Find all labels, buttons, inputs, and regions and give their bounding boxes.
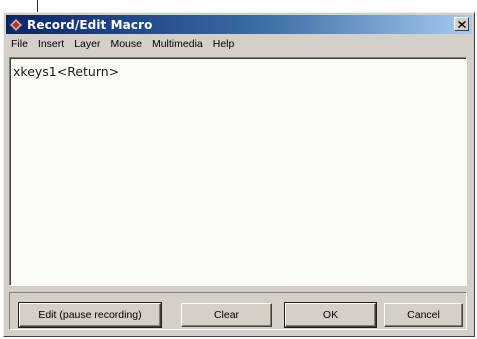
menu-layer[interactable]: Layer	[69, 35, 105, 54]
screenshot-stage: Record/Edit Macro File Insert Layer Mous…	[0, 0, 477, 339]
menu-multimedia[interactable]: Multimedia	[147, 35, 208, 54]
window-title: Record/Edit Macro	[27, 17, 153, 32]
title-bar[interactable]: Record/Edit Macro	[6, 15, 472, 34]
clear-button[interactable]: Clear	[181, 303, 272, 327]
menu-file[interactable]: File	[6, 35, 33, 54]
close-button[interactable]	[454, 17, 469, 31]
menu-insert[interactable]: Insert	[33, 35, 69, 54]
button-panel: Edit (pause recording) Clear OK Cancel	[9, 292, 467, 330]
menu-help[interactable]: Help	[208, 35, 240, 54]
macro-content: xkeys1<Return>	[13, 64, 120, 79]
macro-editor-textarea[interactable]: xkeys1<Return>	[9, 57, 467, 286]
cancel-button[interactable]: Cancel	[384, 303, 463, 327]
menu-bar: File Insert Layer Mouse Multimedia Help	[6, 35, 472, 54]
record-edit-macro-dialog: Record/Edit Macro File Insert Layer Mous…	[3, 12, 475, 337]
ok-button[interactable]: OK	[284, 302, 377, 328]
edit-pause-recording-button[interactable]: Edit (pause recording)	[18, 302, 162, 328]
close-icon	[457, 20, 466, 28]
menu-mouse[interactable]: Mouse	[105, 35, 147, 54]
diamond-app-icon	[9, 17, 23, 32]
